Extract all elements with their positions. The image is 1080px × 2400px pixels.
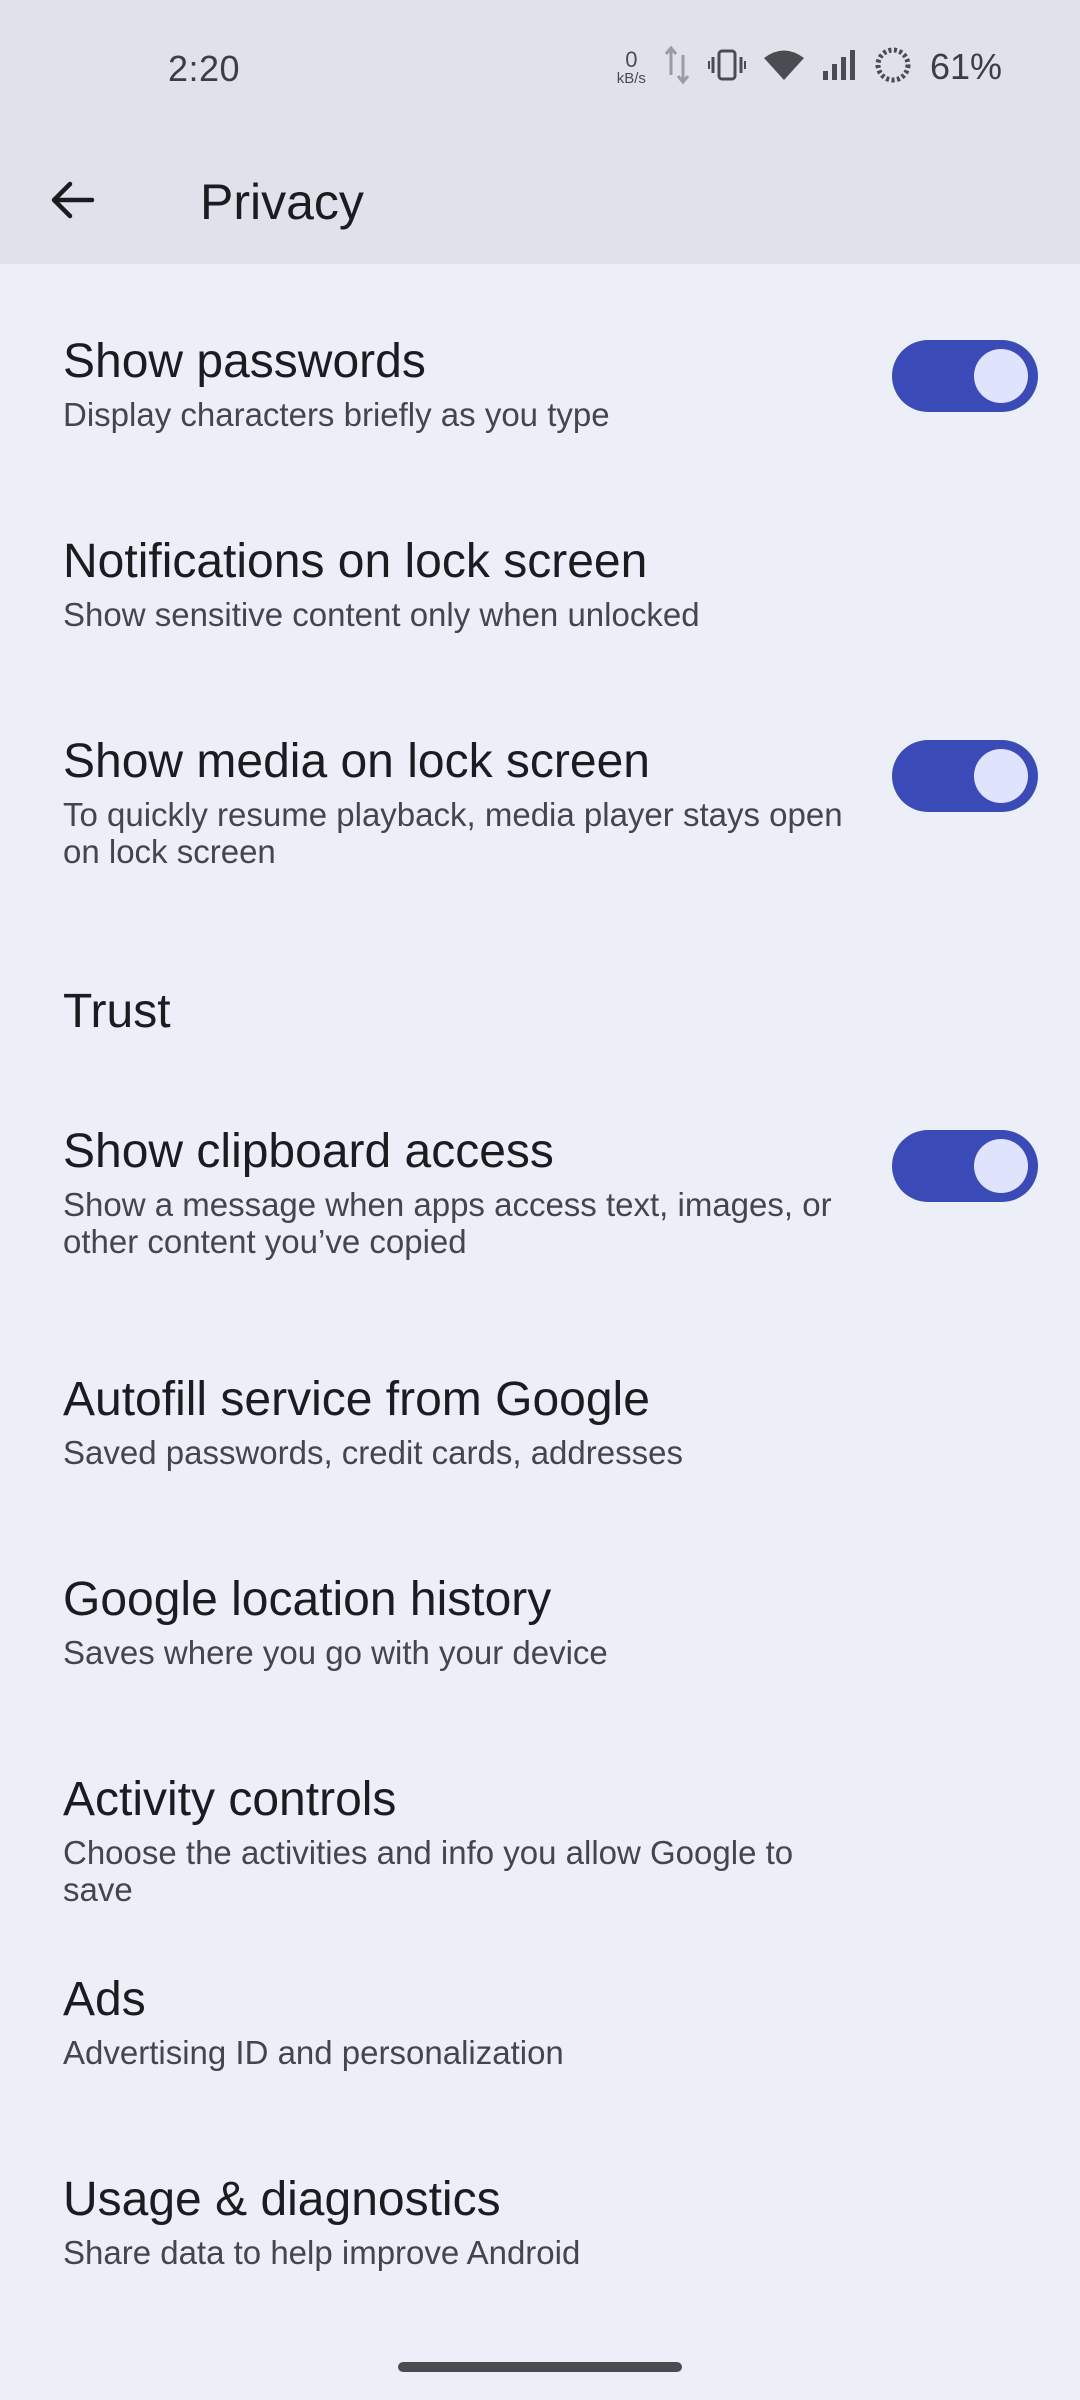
setting-subtitle: Saved passwords, credit cards, addresses [63,1434,683,1471]
setting-title: Trust [63,985,171,1038]
net-speed-unit: kB/s [616,69,646,87]
battery-ring-icon [874,46,912,89]
toggle-knob [974,1139,1028,1193]
setting-subtitle: Choose the activities and info you allow… [63,1834,794,1908]
setting-usage-diagnostics[interactable]: Usage & diagnostics Share data to help im… [0,2172,1080,2322]
setting-subtitle: Show sensitive content only when unlocke… [63,596,700,633]
net-speed: 0 kB/s [616,46,646,87]
setting-subtitle: Share data to help improve Android [63,2234,581,2271]
status-time: 2:20 [168,48,241,89]
setting-title: Show media on lock screen [63,735,650,788]
back-button[interactable] [30,160,114,244]
setting-show-clipboard-access[interactable]: Show clipboard access Show a message when… [0,1124,1080,1274]
toggle-knob [974,749,1028,803]
setting-title: Show clipboard access [63,1125,554,1178]
setting-title: Notifications on lock screen [63,535,648,588]
setting-title: Autofill service from Google [63,1373,650,1426]
battery-percent: 61% [929,46,1002,87]
setting-title: Show passwords [63,335,426,388]
setting-subtitle: Saves where you go with your device [63,1634,608,1671]
app-bar: Privacy [0,138,1080,264]
setting-ads[interactable]: Ads Advertising ID and personalization [0,1972,1080,2122]
wifi-icon [763,49,804,86]
signal-icon [822,49,856,86]
setting-subtitle: Display characters briefly as you type [63,396,610,433]
setting-title: Google location history [63,1573,552,1626]
status-bar: 2:20 0 kB/s 61% [0,0,1080,138]
setting-trust[interactable]: Trust [0,984,1080,1134]
setting-title: Usage & diagnostics [63,2173,501,2226]
status-icons: 0 kB/s 61% [617,44,1002,90]
setting-show-passwords[interactable]: Show passwords Display characters briefly… [0,334,1080,484]
arrow-back-icon [48,176,96,229]
setting-subtitle: To quickly resume playback, media player… [63,796,843,870]
net-speed-value: 0 [625,46,638,72]
setting-google-location-history[interactable]: Google location history Saves where you g… [0,1572,1080,1722]
toggle-switch[interactable] [892,740,1038,812]
setting-subtitle: Show a message when apps access text, im… [63,1186,832,1260]
setting-notifications-lock-screen[interactable]: Notifications on lock screen Show sensiti… [0,534,1080,684]
setting-show-media-lock-screen[interactable]: Show media on lock screen To quickly resu… [0,734,1080,884]
setting-activity-controls[interactable]: Activity controls Choose the activities a… [0,1772,1080,1922]
setting-subtitle: Advertising ID and personalization [63,2034,564,2071]
data-arrows-icon [664,45,690,90]
home-indicator[interactable] [398,2362,682,2372]
toggle-switch[interactable] [892,340,1038,412]
setting-title: Activity controls [63,1773,397,1826]
setting-autofill-service[interactable]: Autofill service from Google Saved passwo… [0,1372,1080,1522]
setting-title: Ads [63,1973,146,2026]
vibrate-icon [707,48,746,87]
toggle-knob [974,349,1028,403]
toggle-switch[interactable] [892,1130,1038,1202]
page-title: Privacy [200,174,364,230]
